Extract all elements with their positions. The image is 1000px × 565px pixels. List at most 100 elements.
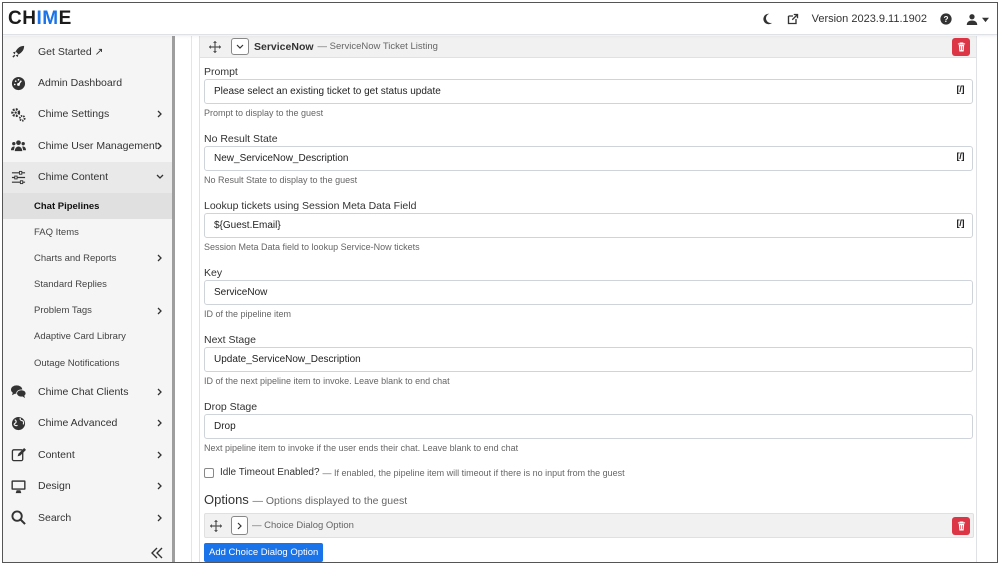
next-stage-input[interactable]: Update_ServiceNow_Description — [204, 347, 973, 372]
pipeline-item-header: ServiceNow — ServiceNow Ticket Listing — [200, 36, 976, 58]
drag-move-icon[interactable] — [209, 40, 221, 53]
sidebar-item-chime-content[interactable]: Chime Content — [3, 161, 172, 193]
options-title: Options — [204, 492, 249, 507]
delete-option-button[interactable] — [952, 517, 970, 535]
rocket-icon — [9, 44, 27, 60]
collapse-toggle-button[interactable] — [231, 38, 249, 55]
version-label: Version 2023.9.11.1902 — [811, 13, 927, 25]
sidebar-item-admin-dashboard[interactable]: Admin Dashboard — [3, 67, 172, 98]
top-bar: CHIME Version 2023.9.11.1902 ? — [3, 3, 997, 35]
variable-insert-button[interactable]: [/] — [957, 151, 965, 162]
globe-icon — [9, 415, 27, 431]
sidebar-item-label: Design — [38, 480, 71, 493]
variable-insert-button[interactable]: [/] — [957, 218, 965, 229]
no-result-state-label: No Result State — [204, 133, 278, 145]
chevron-right-icon — [156, 388, 164, 396]
sidebar-subitem-problem-tags[interactable]: Problem Tags — [3, 298, 172, 324]
lookup-label: Lookup tickets using Session Meta Data F… — [204, 200, 417, 212]
chevron-right-icon — [156, 451, 164, 459]
edit-icon — [9, 447, 27, 463]
user-menu[interactable] — [965, 12, 989, 26]
top-bar-actions: Version 2023.9.11.1902 ? — [760, 3, 989, 35]
app-window: CHIME Version 2023.9.11.1902 ? Get Start… — [2, 2, 998, 563]
sidebar-subitem-label: Charts and Reports — [34, 252, 117, 264]
drop-stage-input[interactable]: Drop — [204, 414, 973, 439]
prompt-label: Prompt — [204, 66, 238, 78]
prompt-input[interactable]: Please select an existing ticket to get … — [204, 79, 973, 104]
comments-icon — [9, 384, 27, 400]
sidebar-subitem-charts-and-reports[interactable]: Charts and Reports — [3, 245, 172, 271]
cogs-icon — [9, 106, 27, 122]
chime-logo[interactable]: CHIME — [8, 8, 72, 30]
sidebar-item-label: Search — [38, 511, 72, 524]
chevron-down-icon — [156, 173, 164, 181]
search-icon — [9, 510, 27, 526]
sidebar-item-get-started[interactable]: Get Started ↗ — [3, 36, 172, 67]
key-label: Key — [204, 267, 223, 279]
idle-timeout-checkbox[interactable] — [204, 467, 214, 478]
sidebar-subitem-faq-items[interactable]: FAQ Items — [3, 219, 172, 245]
prompt-field-group: Prompt Please select an existing ticket … — [204, 65, 974, 119]
next-stage-field-group: Next Stage Update_ServiceNow_Description… — [204, 333, 974, 387]
expand-option-button[interactable] — [231, 516, 248, 535]
add-choice-dialog-option-button[interactable]: Add Choice Dialog Option — [204, 543, 324, 562]
chevron-right-icon — [156, 419, 164, 427]
sidebar-subitem-chat-pipelines[interactable]: Chat Pipelines — [3, 192, 172, 220]
pipeline-item-title: ServiceNow — [254, 40, 314, 53]
sidebar-item-chime-settings[interactable]: Chime Settings — [3, 99, 172, 130]
sliders-icon — [9, 169, 27, 185]
choice-dialog-option-row: — Choice Dialog Option — [204, 513, 974, 538]
variable-insert-button[interactable]: [/] — [957, 84, 965, 95]
idle-timeout-row: Idle Timeout Enabled? — If enabled, the … — [204, 467, 625, 478]
help-icon[interactable]: ? — [939, 12, 953, 26]
sidebar-item-label: Admin Dashboard — [38, 77, 123, 90]
options-heading: Options — Options displayed to the guest — [204, 492, 407, 507]
sidebar-subitem-label: Standard Replies — [34, 279, 107, 291]
drop-stage-help: Next pipeline item to invoke if the user… — [204, 443, 519, 453]
svg-text:?: ? — [943, 15, 948, 24]
collapse-sidebar-icon[interactable] — [150, 546, 164, 560]
sidebar-subitem-adaptive-card-library[interactable]: Adaptive Card Library — [3, 324, 172, 350]
sidebar-item-content[interactable]: Content — [3, 439, 172, 470]
dashboard-gauge-icon — [9, 75, 27, 91]
options-subtitle: — Options displayed to the guest — [252, 495, 408, 507]
sidebar-item-label: Chime Chat Clients — [38, 385, 129, 398]
next-stage-label: Next Stage — [204, 334, 256, 346]
prompt-help: Prompt to display to the guest — [204, 108, 324, 118]
idle-timeout-hint: — If enabled, the pipeline item will tim… — [322, 467, 625, 478]
main-content: ServiceNow — ServiceNow Ticket Listing P… — [199, 36, 979, 562]
caret-down-icon — [982, 12, 989, 26]
lookup-input[interactable]: ${Guest.Email} [/] — [204, 213, 973, 238]
users-icon — [9, 138, 27, 154]
sidebar-subitem-label: Problem Tags — [34, 305, 92, 317]
sidebar-item-label: Chime Settings — [38, 108, 110, 121]
trash-icon — [957, 42, 965, 52]
sidebar-item-label: Get Started ↗ — [38, 45, 104, 58]
chevron-down-icon — [236, 44, 244, 49]
trash-icon — [957, 521, 965, 531]
sidebar-item-design[interactable]: Design — [3, 470, 172, 501]
pipeline-item-subtitle: — ServiceNow Ticket Listing — [317, 41, 438, 52]
sidebar-item-chime-chat-clients[interactable]: Chime Chat Clients — [3, 376, 172, 407]
external-link-icon[interactable] — [786, 12, 800, 26]
sidebar-item-search[interactable]: Search — [3, 502, 172, 533]
no-result-state-input[interactable]: New_ServiceNow_Description [/] — [204, 146, 973, 171]
sidebar-item-chime-user-management[interactable]: Chime User Management — [3, 130, 172, 161]
sidebar-item-chime-advanced[interactable]: Chime Advanced — [3, 408, 172, 439]
idle-timeout-label[interactable]: Idle Timeout Enabled? — [220, 467, 320, 478]
pipeline-item-card: ServiceNow — ServiceNow Ticket Listing P… — [199, 36, 977, 562]
lookup-value: ${Guest.Email} — [214, 220, 281, 231]
sidebar-subitem-outage-notifications[interactable]: Outage Notifications — [3, 350, 172, 376]
delete-pipeline-item-button[interactable] — [952, 38, 970, 56]
dark-mode-moon-icon[interactable] — [760, 12, 774, 26]
sidebar-subitem-standard-replies[interactable]: Standard Replies — [3, 272, 172, 298]
drag-move-icon[interactable] — [210, 519, 222, 532]
sidebar-subitem-label: FAQ Items — [34, 226, 79, 238]
prompt-input-value: Please select an existing ticket to get … — [214, 86, 441, 97]
drop-stage-label: Drop Stage — [204, 401, 258, 413]
chevron-right-icon — [156, 110, 164, 118]
key-input[interactable]: ServiceNow — [204, 280, 973, 305]
drop-stage-value: Drop — [214, 421, 236, 432]
sidebar-item-label: Chime Advanced — [38, 417, 118, 430]
chevron-right-icon — [156, 307, 164, 315]
